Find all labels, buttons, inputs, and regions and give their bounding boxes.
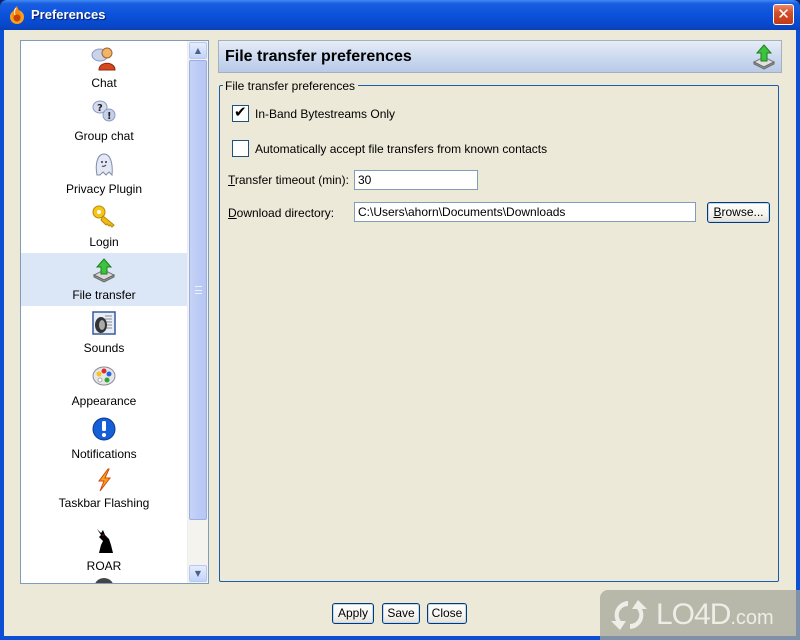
preferences-window: Preferences ✕ Chat ? ! Group chat Privac… [0,0,800,640]
save-button[interactable]: Save [382,603,420,624]
page-header: File transfer preferences [218,40,782,73]
sidebar-item-label: Chat [91,76,117,90]
sidebar-item-chat[interactable]: Chat [21,41,187,94]
svg-text:?: ? [97,103,103,114]
download-directory-label: Download directory: [228,206,334,220]
flame-icon [10,6,24,24]
sidebar-item-file-transfer[interactable]: File transfer [21,253,187,306]
preferences-sidebar: Chat ? ! Group chat Privacy Plugin Login… [20,40,209,584]
lightning-icon [98,468,112,492]
scroll-up-button[interactable]: ▲ [189,42,207,59]
chat-user-icon [91,47,116,71]
apply-button[interactable]: Apply [332,603,374,624]
sidebar-scrollbar[interactable]: ▲ ▼ [187,41,208,583]
auto-accept-label[interactable]: Automatically accept file transfers from… [255,142,547,156]
window-close-button[interactable]: ✕ [773,4,794,25]
svg-text:!: ! [107,111,112,122]
sidebar-item-group-chat[interactable]: ? ! Group chat [21,94,187,147]
key-icon [92,205,115,228]
watermark-suffix: .com [730,607,774,629]
sidebar-item-appearance[interactable]: Appearance [21,359,187,412]
auto-accept-checkbox[interactable] [232,140,249,157]
button-label: rowse... [721,205,764,219]
sidebar-item-label: File transfer [72,288,136,302]
label-text: ownload directory: [236,206,335,220]
upload-arrow-tray-icon [752,44,776,70]
page-title: File transfer preferences [225,48,412,65]
mnemonic: D [228,206,237,220]
sidebar-item-label: Notifications [71,447,137,461]
chevron-up-icon: ▲ [194,46,202,55]
sidebar-item-label: Group chat [74,129,134,143]
checkmark-icon: ✔ [234,103,247,121]
in-band-bytestreams-label[interactable]: In-Band Bytestreams Only [255,107,395,121]
window-title: Preferences [31,7,106,22]
grip-icon [195,286,202,294]
in-band-bytestreams-checkbox[interactable]: ✔ [232,103,249,122]
close-icon: ✕ [777,5,790,23]
title-bar[interactable]: Preferences ✕ [0,0,800,30]
sidebar-item-login[interactable]: Login [21,200,187,253]
upload-arrow-tray-icon [92,258,116,283]
palette-icon [92,366,116,386]
group-chat-bubbles-icon: ? ! [92,100,116,122]
client-area: Chat ? ! Group chat Privacy Plugin Login… [4,30,796,636]
sidebar-item-roar[interactable]: ROAR [21,522,187,582]
sidebar-item-sounds[interactable]: Sounds [21,306,187,359]
ghost-icon [95,153,113,177]
download-directory-input[interactable] [354,202,696,222]
exclamation-circle-icon [92,417,116,441]
sidebar-item-label: Appearance [71,394,137,408]
scroll-down-button[interactable]: ▼ [189,565,207,582]
sidebar-item-label: Sounds [83,341,125,355]
wolf-icon [97,529,113,553]
sidebar-item-label: Login [89,235,119,249]
transfer-timeout-label: Transfer timeout (min): [228,173,349,187]
sidebar-item-label: Taskbar Flashing [58,496,150,510]
refresh-arrows-icon [611,600,647,630]
file-transfer-group: File transfer preferences ✔ In-Band Byte… [219,79,779,582]
close-button[interactable]: Close [427,603,467,624]
mnemonic: T [228,173,235,187]
label-text: ransfer timeout (min): [234,173,349,187]
sidebar-item-label: ROAR [86,559,122,573]
sidebar-item-label: Privacy Plugin [65,182,143,196]
lo4d-watermark: LO4D.com [600,590,800,640]
mnemonic: B [713,205,722,219]
watermark-text: LO4D.com [656,598,774,632]
sidebar-item-privacy-plugin[interactable]: Privacy Plugin [21,147,187,200]
speaker-document-icon [92,311,116,335]
group-legend: File transfer preferences [223,79,359,93]
transfer-timeout-input[interactable] [354,170,478,190]
scroll-thumb[interactable] [189,60,207,520]
watermark-brand: LO4D [656,598,731,631]
chevron-down-icon: ▼ [194,569,202,578]
sidebar-item-taskbar-flashing[interactable]: Taskbar Flashing [21,465,187,522]
sidebar-item-notifications[interactable]: Notifications [21,412,187,465]
browse-button[interactable]: Browse... [707,202,770,223]
